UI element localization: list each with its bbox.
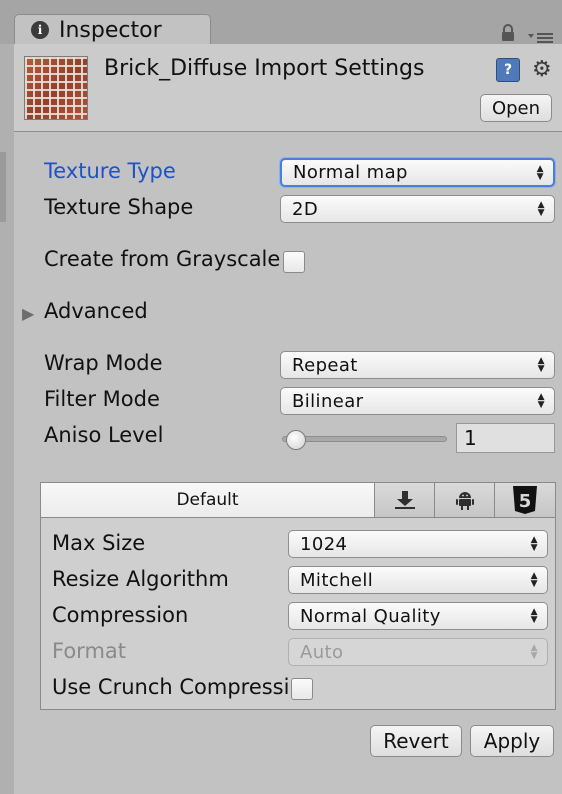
tab-standalone[interactable] xyxy=(375,483,435,517)
page-title: Brick_Diffuse Import Settings xyxy=(104,56,425,81)
texture-shape-label: Texture Shape xyxy=(44,195,194,219)
max-size-label: Max Size xyxy=(52,531,146,555)
asset-header: Brick_Diffuse Import Settings ? ⚙ Open xyxy=(14,44,562,132)
resize-algorithm-value: Mitchell xyxy=(300,569,374,591)
download-icon xyxy=(394,491,415,509)
texture-type-dropdown[interactable]: Normal map ▲ ▼ xyxy=(280,158,555,187)
tab-inspector[interactable]: i Inspector xyxy=(14,14,211,46)
resize-algorithm-label: Resize Algorithm xyxy=(52,567,229,591)
apply-button[interactable]: Apply xyxy=(470,725,554,757)
tab-title: Inspector xyxy=(59,18,162,43)
aniso-level-label: Aniso Level xyxy=(44,423,164,447)
max-size-dropdown[interactable]: 1024 ▲ ▼ xyxy=(288,530,548,558)
wrap-mode-label: Wrap Mode xyxy=(44,351,163,375)
filter-mode-label: Filter Mode xyxy=(44,387,160,411)
aniso-level-slider-thumb[interactable] xyxy=(286,430,306,450)
dropdown-arrows-icon: ▲ ▼ xyxy=(530,607,538,625)
dropdown-arrows-icon: ▲ ▼ xyxy=(537,200,545,218)
gear-icon[interactable]: ⚙ xyxy=(532,58,552,82)
filter-mode-dropdown[interactable]: Bilinear ▲ ▼ xyxy=(280,387,555,415)
left-edge-strip xyxy=(0,44,14,794)
info-icon: i xyxy=(31,21,49,39)
revert-button[interactable]: Revert xyxy=(370,725,462,757)
compression-label: Compression xyxy=(52,603,189,627)
create-from-grayscale-label: Create from Grayscale xyxy=(44,247,280,271)
platform-tabs: Default 5 xyxy=(41,483,555,518)
texture-shape-value: 2D xyxy=(292,198,319,220)
wrap-mode-value: Repeat xyxy=(292,354,358,376)
open-button[interactable]: Open xyxy=(480,94,552,122)
texture-shape-dropdown[interactable]: 2D ▲ ▼ xyxy=(280,195,555,223)
compression-value: Normal Quality xyxy=(300,605,441,627)
use-crunch-compression-label: Use Crunch Compression xyxy=(52,675,288,699)
texture-thumbnail xyxy=(24,56,88,120)
format-value: Auto xyxy=(300,641,344,663)
advanced-foldout-label[interactable]: Advanced xyxy=(44,299,244,323)
android-icon xyxy=(455,492,474,510)
aniso-level-slider-track[interactable] xyxy=(282,436,447,442)
lock-icon[interactable] xyxy=(500,24,516,46)
use-crunch-compression-checkbox[interactable] xyxy=(291,678,313,700)
texture-type-label: Texture Type xyxy=(44,159,176,183)
platform-settings-panel: Default 5 Max Size 1024 ▲ ▼ Resize Algor… xyxy=(40,482,556,710)
format-dropdown: Auto ▲ ▼ xyxy=(288,638,548,666)
tab-android[interactable] xyxy=(435,483,495,517)
svg-text:5: 5 xyxy=(519,491,532,512)
resize-algorithm-dropdown[interactable]: Mitchell ▲ ▼ xyxy=(288,566,548,594)
compression-dropdown[interactable]: Normal Quality ▲ ▼ xyxy=(288,602,548,630)
filter-mode-value: Bilinear xyxy=(292,390,364,412)
dropdown-arrows-icon: ▲ ▼ xyxy=(537,392,545,410)
dropdown-arrows-icon: ▲ ▼ xyxy=(530,571,538,589)
texture-type-value: Normal map xyxy=(293,162,408,183)
help-book-icon[interactable]: ? xyxy=(496,58,520,82)
aniso-level-field[interactable]: 1 xyxy=(456,423,555,453)
dropdown-arrows-icon: ▲ ▼ xyxy=(537,356,545,374)
max-size-value: 1024 xyxy=(300,533,348,555)
dropdown-arrows-icon: ▲ ▼ xyxy=(536,163,544,182)
format-label: Format xyxy=(52,639,127,663)
tab-default[interactable]: Default xyxy=(41,483,375,517)
html5-icon: 5 xyxy=(513,486,537,514)
create-from-grayscale-checkbox[interactable] xyxy=(283,251,305,273)
dropdown-arrows-icon: ▲ ▼ xyxy=(530,535,538,553)
wrap-mode-dropdown[interactable]: Repeat ▲ ▼ xyxy=(280,351,555,379)
tab-webgl[interactable]: 5 xyxy=(495,483,555,517)
dropdown-arrows-icon: ▲ ▼ xyxy=(530,643,538,661)
foldout-arrow-icon[interactable]: ▶ xyxy=(22,304,34,323)
